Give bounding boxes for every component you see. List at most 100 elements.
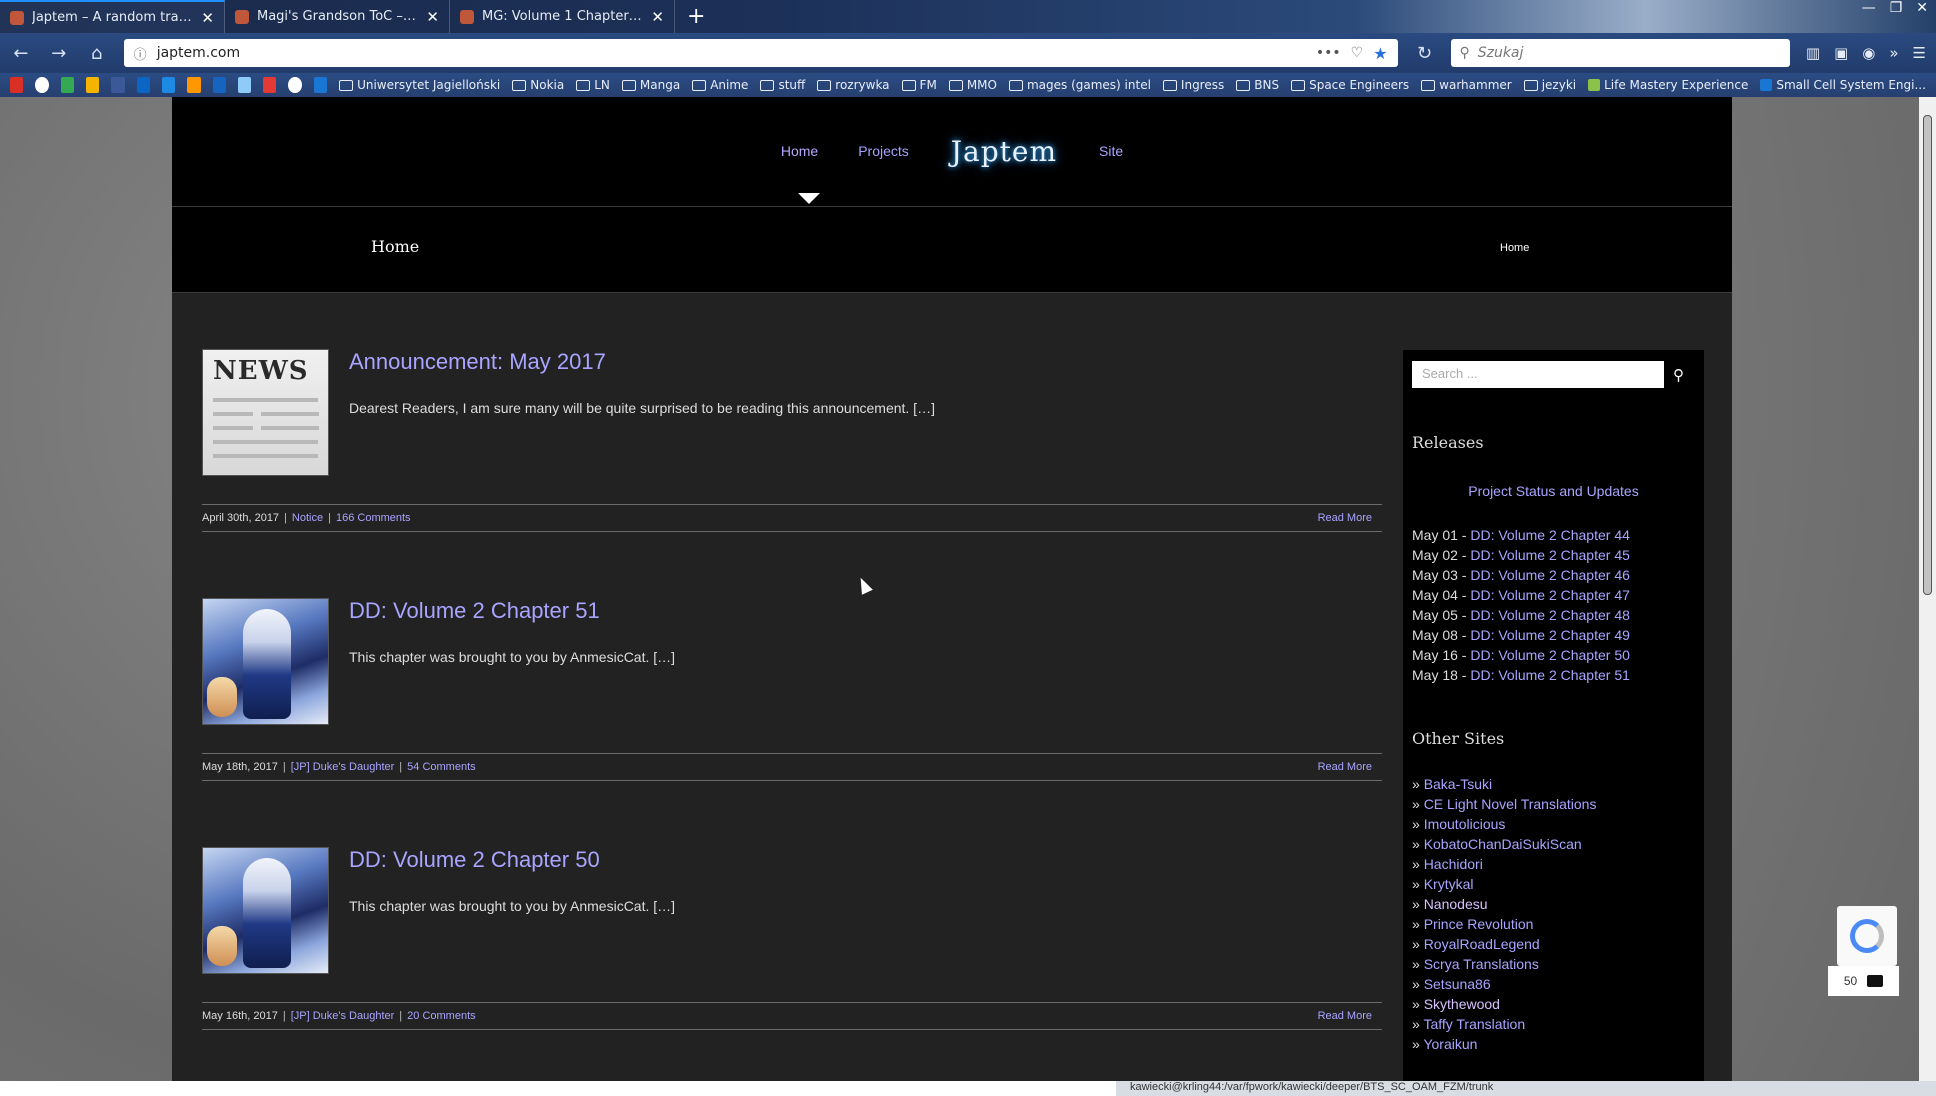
- bookmark-site-icon[interactable]: [237, 77, 252, 93]
- globe-icon[interactable]: [288, 77, 302, 93]
- project-status-link[interactable]: Project Status and Updates: [1403, 483, 1704, 499]
- page-scrollbar[interactable]: [1919, 97, 1936, 1081]
- close-tab-icon[interactable]: ✕: [426, 8, 439, 26]
- comment-count-badge[interactable]: 50: [1828, 966, 1899, 996]
- site-link[interactable]: Setsuna86: [1424, 976, 1491, 992]
- site-link[interactable]: Yoraikun: [1423, 1036, 1477, 1052]
- browser-tab[interactable]: MG: Volume 1 Chapter 16 – Jap ✕: [450, 0, 675, 33]
- bookmark-folder[interactable]: MMO: [948, 78, 997, 92]
- forward-arrow-icon[interactable]: →: [48, 43, 70, 64]
- linkedin-icon[interactable]: [136, 77, 150, 93]
- bookmark-site-icon[interactable]: [161, 77, 176, 93]
- minimize-icon[interactable]: —: [1862, 0, 1876, 16]
- bookmark-site-icon[interactable]: [85, 77, 100, 93]
- post-thumbnail[interactable]: NEWS: [202, 349, 329, 476]
- bookmark-folder[interactable]: mages (games) intel: [1008, 78, 1151, 92]
- site-link[interactable]: KobatoChanDaiSukiScan: [1424, 836, 1582, 852]
- nav-home[interactable]: Home: [781, 143, 818, 168]
- bookmark-folder[interactable]: Manga: [621, 78, 680, 92]
- post-title[interactable]: Announcement: May 2017: [349, 349, 606, 375]
- site-link[interactable]: Imoutolicious: [1424, 816, 1506, 832]
- extension-icon[interactable]: ◉: [1862, 44, 1875, 62]
- sidebar-search-input[interactable]: Search ...: [1412, 361, 1664, 388]
- site-logo[interactable]: Japtem: [951, 135, 1057, 168]
- bookmark-folder[interactable]: Nokia: [512, 78, 564, 92]
- site-link[interactable]: CE Light Novel Translations: [1424, 796, 1597, 812]
- release-link[interactable]: DD: Volume 2 Chapter 50: [1470, 647, 1630, 663]
- bookmark-star-icon[interactable]: ★: [1373, 44, 1387, 63]
- reader-icon[interactable]: ▣: [1834, 44, 1848, 62]
- breadcrumb[interactable]: Home: [1500, 242, 1529, 254]
- site-info-icon[interactable]: ⓘ: [134, 44, 147, 63]
- site-link[interactable]: Hachidori: [1424, 856, 1483, 872]
- bookmark-folder[interactable]: Anime: [692, 78, 748, 92]
- search-icon[interactable]: ⚲: [1673, 366, 1684, 384]
- bookmark-folder[interactable]: FM: [901, 78, 937, 92]
- release-link[interactable]: DD: Volume 2 Chapter 47: [1470, 587, 1630, 603]
- post-category[interactable]: [JP] Duke's Daughter: [291, 761, 395, 773]
- release-link[interactable]: DD: Volume 2 Chapter 48: [1470, 607, 1630, 623]
- new-tab-button[interactable]: +: [675, 0, 717, 33]
- site-link[interactable]: Scrya Translations: [1424, 956, 1539, 972]
- bookmark-site-icon[interactable]: [212, 77, 226, 93]
- post-title[interactable]: DD: Volume 2 Chapter 51: [349, 598, 600, 624]
- bookmark-folder[interactable]: LN: [576, 78, 610, 92]
- site-link[interactable]: Prince Revolution: [1424, 916, 1534, 932]
- release-link[interactable]: DD: Volume 2 Chapter 45: [1470, 547, 1630, 563]
- site-link[interactable]: Nanodesu: [1424, 896, 1488, 912]
- read-more-link[interactable]: Read More: [1318, 1010, 1372, 1022]
- read-more-link[interactable]: Read More: [1318, 761, 1372, 773]
- library-icon[interactable]: ▥: [1806, 44, 1820, 62]
- pocket-icon[interactable]: ♡: [1351, 45, 1364, 61]
- bookmark-folder[interactable]: warhammer: [1421, 78, 1512, 92]
- read-more-link[interactable]: Read More: [1318, 512, 1372, 524]
- gmail-icon[interactable]: [10, 77, 24, 93]
- bookmark-folder[interactable]: jezyki: [1523, 78, 1576, 92]
- release-link[interactable]: DD: Volume 2 Chapter 44: [1470, 527, 1630, 543]
- close-tab-icon[interactable]: ✕: [651, 8, 664, 26]
- release-link[interactable]: DD: Volume 2 Chapter 49: [1470, 627, 1630, 643]
- post-thumbnail[interactable]: [202, 598, 329, 725]
- bookmark-folder[interactable]: Ingress: [1162, 78, 1224, 92]
- post-comments[interactable]: 20 Comments: [407, 1010, 475, 1022]
- post-thumbnail[interactable]: [202, 847, 329, 974]
- release-link[interactable]: DD: Volume 2 Chapter 46: [1470, 567, 1630, 583]
- browser-tab[interactable]: Magi's Grandson ToC – Japtem ✕: [225, 0, 450, 33]
- bookmark-site-icon[interactable]: [187, 77, 201, 93]
- recaptcha-badge[interactable]: [1837, 906, 1897, 966]
- bookmark-link[interactable]: Small Cell System Engi...: [1760, 78, 1926, 92]
- nav-projects[interactable]: Projects: [858, 143, 909, 168]
- nav-site[interactable]: Site: [1099, 143, 1123, 168]
- post-category[interactable]: [JP] Duke's Daughter: [291, 1010, 395, 1022]
- youtube-icon[interactable]: [263, 77, 277, 93]
- bookmark-folder[interactable]: Space Engineers: [1291, 78, 1409, 92]
- site-link[interactable]: Baka-Tsuki: [1424, 776, 1492, 792]
- page-actions-icon[interactable]: •••: [1316, 45, 1341, 61]
- close-window-icon[interactable]: ✕: [1916, 0, 1928, 16]
- url-text[interactable]: japtem.com: [157, 45, 1306, 61]
- maximize-icon[interactable]: ❐: [1890, 0, 1903, 16]
- bookmark-link[interactable]: Life Mastery Experience: [1588, 78, 1748, 92]
- site-link[interactable]: Krytykal: [1424, 876, 1474, 892]
- site-link[interactable]: Taffy Translation: [1423, 1016, 1525, 1032]
- site-link[interactable]: Skythewood: [1424, 996, 1500, 1012]
- bookmark-folder[interactable]: Uniwersytet Jagielloński: [339, 78, 500, 92]
- bookmark-folder[interactable]: rozrywka: [817, 78, 890, 92]
- post-title[interactable]: DD: Volume 2 Chapter 50: [349, 847, 600, 873]
- bookmark-folder[interactable]: stuff: [760, 78, 805, 92]
- menu-icon[interactable]: ☰: [1913, 44, 1926, 62]
- site-link[interactable]: RoyalRoadLegend: [1424, 936, 1540, 952]
- post-comments[interactable]: 54 Comments: [407, 761, 475, 773]
- reload-icon[interactable]: ↻: [1414, 43, 1436, 64]
- back-arrow-icon[interactable]: ←: [10, 43, 32, 64]
- scrollbar-thumb[interactable]: [1923, 115, 1932, 595]
- bookmark-folder[interactable]: BNS: [1236, 78, 1279, 92]
- home-icon[interactable]: ⌂: [86, 43, 108, 64]
- overflow-chevron-icon[interactable]: »: [1889, 44, 1898, 62]
- trello-icon[interactable]: [313, 77, 328, 93]
- drive-icon[interactable]: [60, 77, 74, 93]
- google-icon[interactable]: [35, 77, 49, 93]
- close-tab-icon[interactable]: ✕: [201, 9, 214, 27]
- browser-tab[interactable]: Japtem – A random translation ✕: [0, 0, 225, 33]
- browser-search-field[interactable]: ⚲ Szukaj: [1451, 39, 1790, 67]
